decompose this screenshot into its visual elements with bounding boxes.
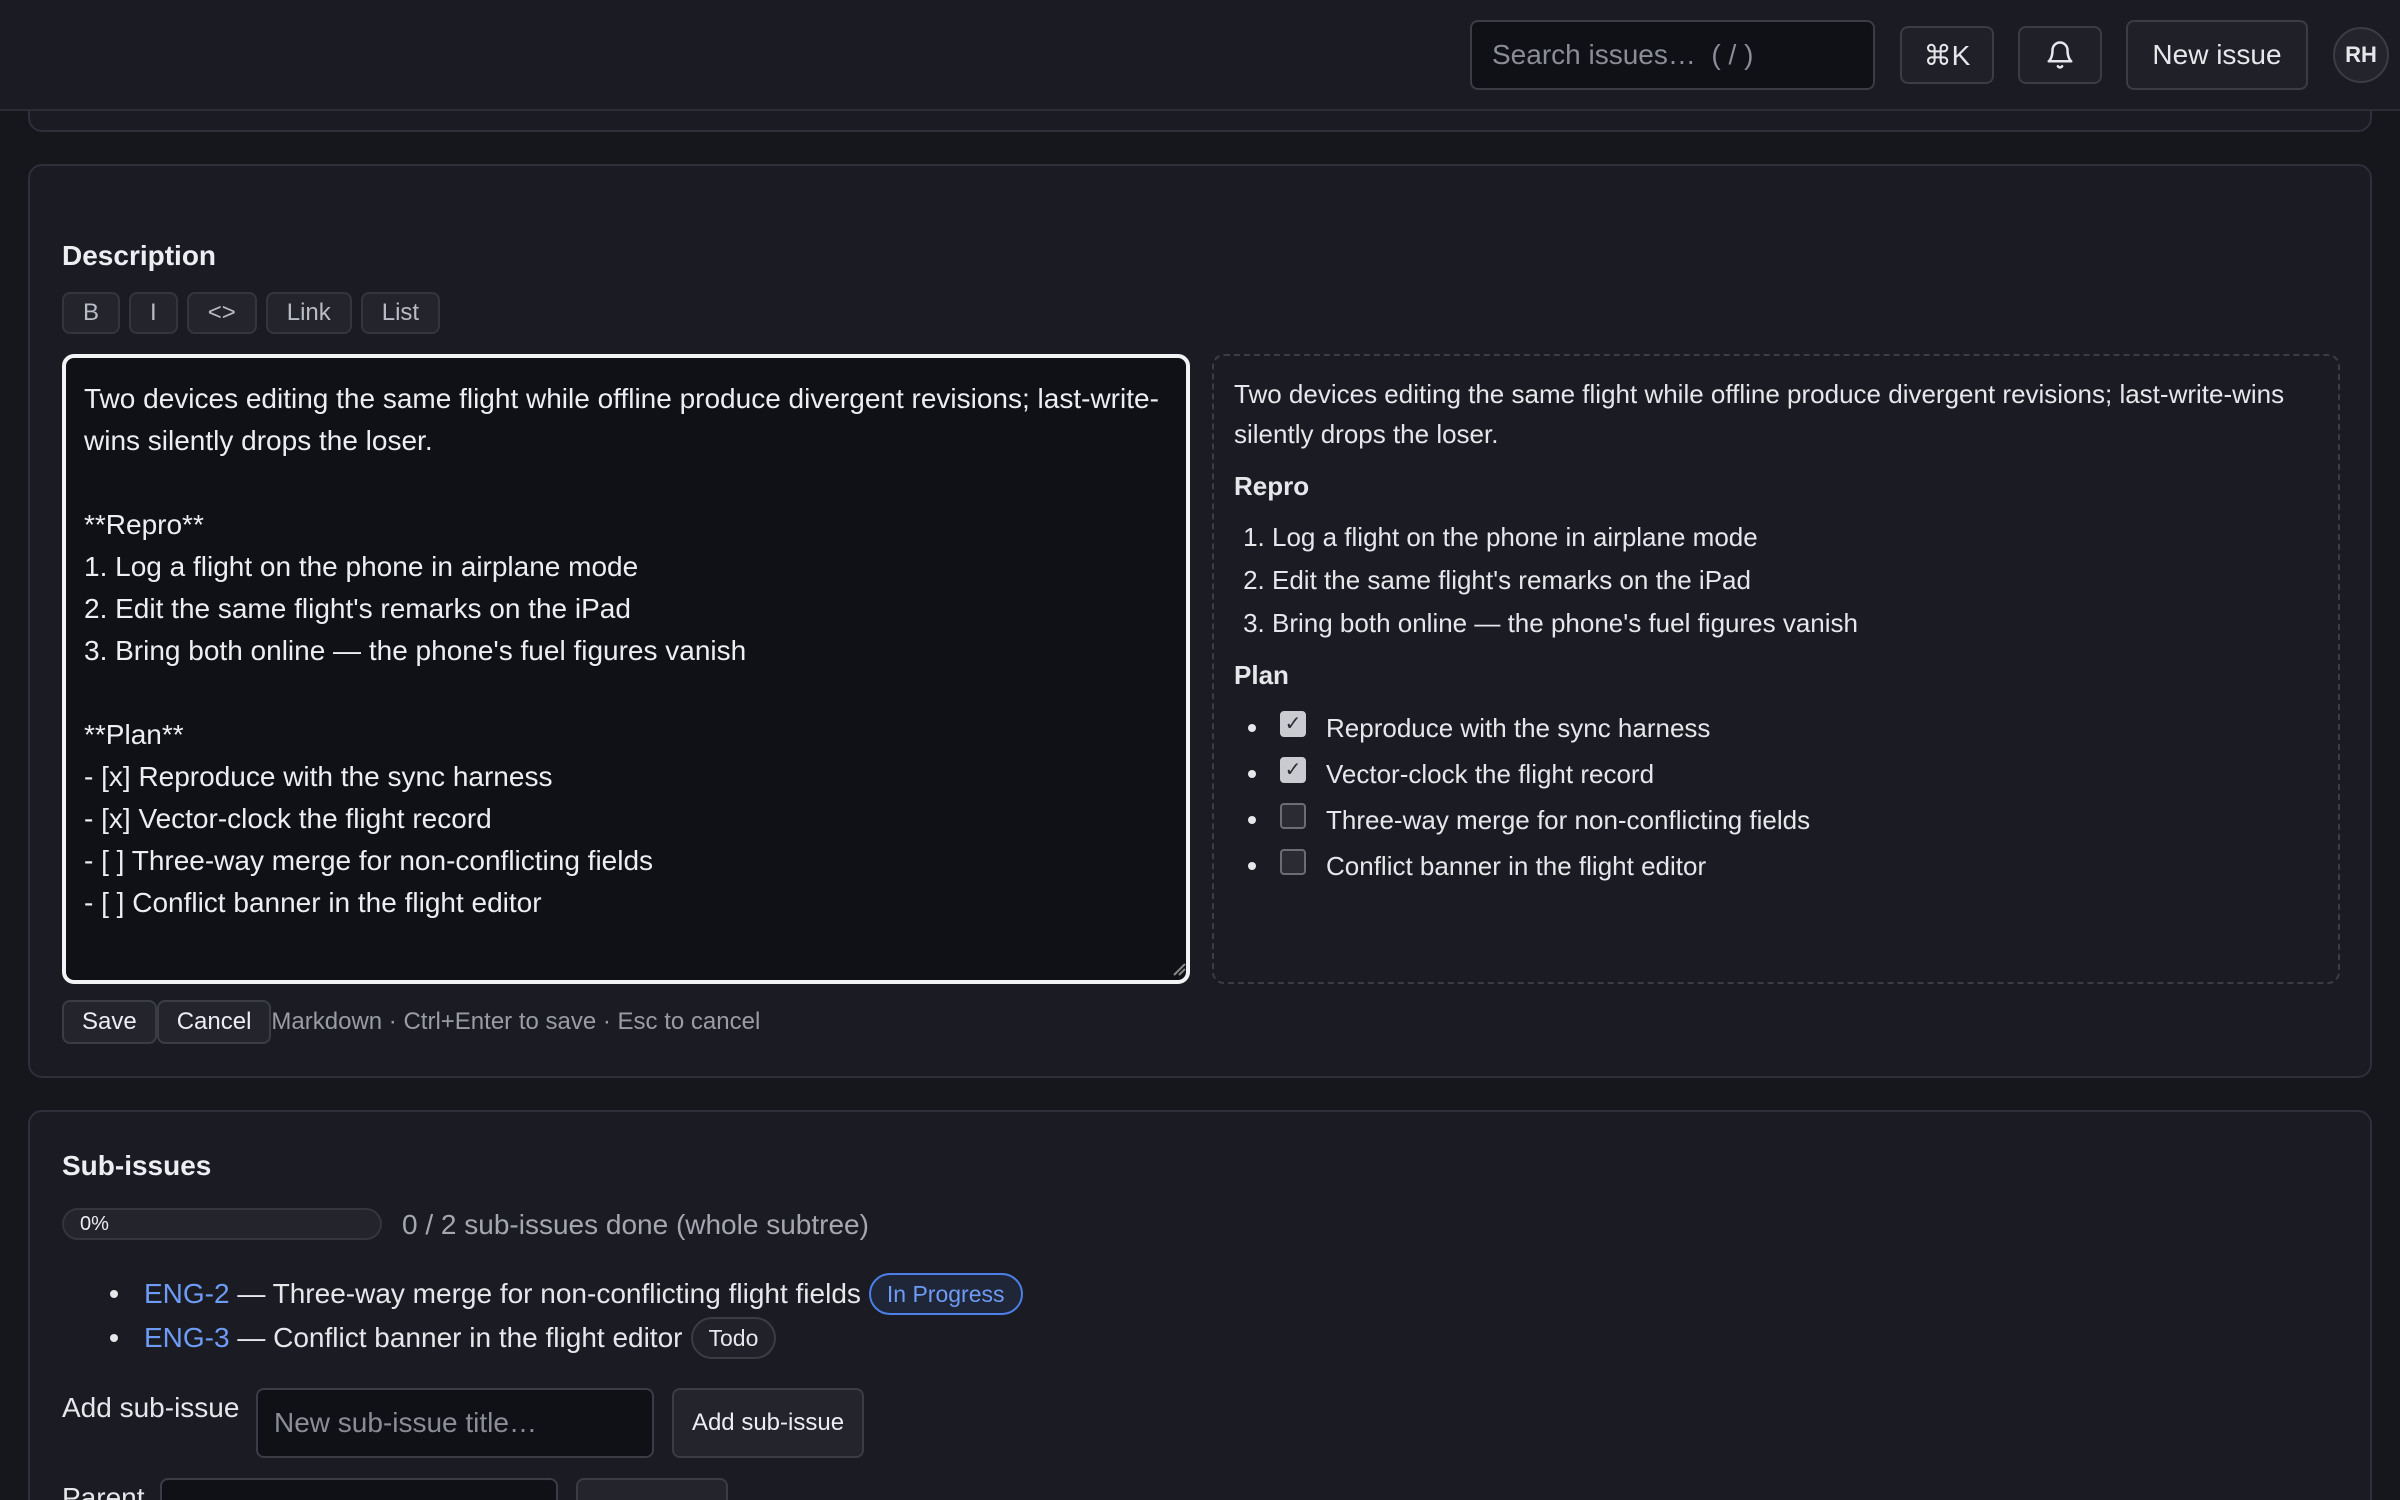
subissues-card: Sub-issues 0% 0 / 2 sub-issues done (who…: [28, 1110, 2372, 1500]
subissue-title: — Conflict banner in the flight editor: [229, 1322, 683, 1353]
list-button[interactable]: List: [360, 292, 441, 334]
plan-item: Reproduce with the sync harness: [1240, 705, 2318, 751]
bullet: [110, 1290, 118, 1298]
plan-checklist: Reproduce with the sync harness Vector-c…: [1240, 705, 2318, 889]
format-toolbar: B I <> Link List: [62, 292, 441, 334]
markdown-preview: Two devices editing the same flight whil…: [1212, 354, 2340, 984]
bold-button[interactable]: B: [62, 292, 121, 334]
cancel-button[interactable]: Cancel: [156, 1000, 272, 1044]
avatar[interactable]: RH: [2333, 27, 2389, 83]
parent-label: Parent: [62, 1482, 145, 1500]
plan-checkbox[interactable]: [1280, 757, 1306, 783]
bullet: [1248, 724, 1256, 732]
description-editor[interactable]: Two devices editing the same flight whil…: [62, 354, 1190, 984]
bullet: [1248, 862, 1256, 870]
status-badge: In Progress: [868, 1273, 1023, 1315]
italic-button[interactable]: I: [129, 292, 178, 334]
new-subissue-input[interactable]: [256, 1388, 654, 1458]
search-input[interactable]: [1470, 20, 1875, 90]
progress-text: 0 / 2 sub-issues done (whole subtree): [402, 1209, 869, 1240]
preview-plan-heading: Plan: [1234, 660, 1289, 690]
bullet: [1248, 816, 1256, 824]
code-button[interactable]: <>: [186, 292, 257, 334]
plan-item-text: Three-way merge for non-conflicting fiel…: [1326, 805, 1811, 835]
subissue-list: ENG-2 — Three-way merge for non-conflict…: [110, 1272, 1023, 1360]
subissues-title: Sub-issues: [62, 1150, 212, 1181]
parent-input[interactable]: [160, 1478, 558, 1500]
progress-label: 0%: [80, 1213, 109, 1235]
resize-icon: [1173, 963, 1186, 976]
command-palette-button[interactable]: ⌘K: [1900, 26, 1994, 84]
save-button[interactable]: Save: [62, 1000, 157, 1044]
repro-step: Edit the same flight's remarks on the iP…: [1272, 559, 2318, 602]
plan-checkbox[interactable]: [1280, 849, 1306, 875]
list-item: ENG-2 — Three-way merge for non-conflict…: [110, 1272, 1023, 1316]
plan-item-text: Conflict banner in the flight editor: [1326, 851, 1707, 881]
plan-item: Three-way merge for non-conflicting fiel…: [1240, 797, 2318, 843]
subissue-link[interactable]: ENG-2: [144, 1278, 230, 1310]
plan-checkbox[interactable]: [1280, 803, 1306, 829]
subissues-progress-bar: 0%: [62, 1208, 382, 1240]
preview-repro-heading: Repro: [1234, 471, 1310, 501]
list-item: ENG-3 — Conflict banner in the flight ed…: [110, 1316, 1023, 1360]
description-title: Description: [62, 240, 217, 271]
add-subissue-button[interactable]: Add sub-issue: [672, 1388, 864, 1458]
repro-step: Bring both online — the phone's fuel fig…: [1272, 602, 2318, 645]
editor-hint: Markdown · Ctrl+Enter to save · Esc to c…: [271, 1008, 761, 1035]
new-issue-button[interactable]: New issue: [2126, 20, 2308, 90]
notifications-button[interactable]: [2018, 26, 2102, 84]
resize-handle[interactable]: [1173, 963, 1195, 979]
status-badge: Todo: [690, 1317, 777, 1359]
bullet: [1248, 770, 1256, 778]
plan-item-text: Vector-clock the flight record: [1326, 759, 1655, 789]
repro-step: Log a flight on the phone in airplane mo…: [1272, 516, 2318, 559]
description-card: Description B I <> Link List Two devices…: [28, 164, 2372, 1078]
save-row: Save Cancel Markdown · Ctrl+Enter to sav…: [62, 1000, 760, 1044]
top-bar: ⌘K New issue RH: [0, 0, 2400, 111]
plan-item-text: Reproduce with the sync harness: [1326, 713, 1711, 743]
parent-button[interactable]: [576, 1478, 728, 1500]
add-subissue-label: Add sub-issue: [62, 1392, 240, 1423]
bullet: [110, 1334, 118, 1342]
repro-steps-list: Log a flight on the phone in airplane mo…: [1272, 516, 2318, 645]
plan-item: Conflict banner in the flight editor: [1240, 843, 2318, 889]
link-button[interactable]: Link: [265, 292, 352, 334]
plan-item: Vector-clock the flight record: [1240, 751, 2318, 797]
subissue-title: — Three-way merge for non-conflicting fl…: [229, 1278, 861, 1309]
subissue-link[interactable]: ENG-3: [144, 1322, 230, 1354]
plan-checkbox[interactable]: [1280, 711, 1306, 737]
bell-icon: [2047, 41, 2073, 69]
preview-intro: Two devices editing the same flight whil…: [1234, 379, 2285, 449]
